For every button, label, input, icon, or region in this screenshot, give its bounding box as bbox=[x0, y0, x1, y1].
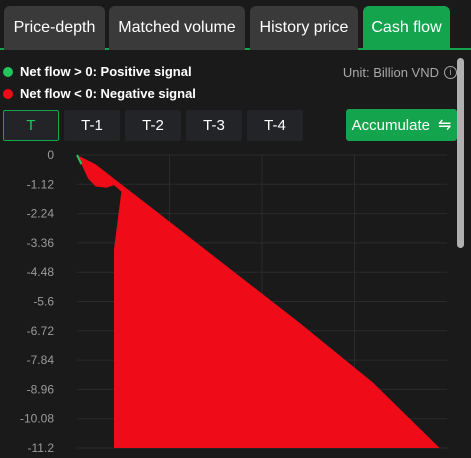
unit-label-container: Unit: Billion VND i bbox=[343, 65, 457, 80]
tab-matched-volume[interactable]: Matched volume bbox=[109, 6, 245, 50]
y-tick-label: -2.24 bbox=[27, 207, 55, 221]
tab-bar: Price-depth Matched volume History price… bbox=[0, 0, 471, 50]
y-tick-label: -11.2 bbox=[28, 441, 55, 455]
y-tick-label: -6.72 bbox=[27, 324, 55, 338]
y-tick-label: 0 bbox=[47, 148, 54, 162]
swap-arrows-icon: ⇋ bbox=[437, 117, 452, 134]
time-button-t-1[interactable]: T-1 bbox=[64, 110, 120, 141]
y-tick-label: -1.12 bbox=[27, 177, 55, 191]
scrollbar-thumb[interactable] bbox=[457, 58, 464, 248]
y-tick-label: -10.08 bbox=[20, 412, 54, 426]
negative-dot-icon bbox=[3, 88, 13, 99]
time-button-t[interactable]: T bbox=[3, 110, 59, 141]
positive-dot-icon bbox=[3, 66, 13, 77]
y-tick-label: -5.6 bbox=[33, 295, 54, 309]
accumulate-label: Accumulate bbox=[351, 116, 430, 134]
tab-price-depth[interactable]: Price-depth bbox=[4, 6, 105, 50]
tab-cash-flow[interactable]: Cash flow bbox=[363, 6, 450, 50]
y-tick-label: -3.36 bbox=[27, 236, 55, 250]
legend-positive: Net flow > 0: Positive signal bbox=[3, 64, 192, 79]
legend-negative: Net flow < 0: Negative signal bbox=[3, 86, 196, 101]
info-icon[interactable]: i bbox=[444, 66, 457, 79]
unit-label: Unit: Billion VND bbox=[342, 65, 439, 80]
y-tick-label: -8.96 bbox=[27, 382, 55, 396]
time-button-t-2[interactable]: T-2 bbox=[125, 110, 181, 141]
time-button-t-3[interactable]: T-3 bbox=[186, 110, 242, 141]
cash-flow-chart: 0 -1.12 -2.24 -3.36 -4.48 -5.6 -6.72 -7.84 -8.96… bbox=[20, 148, 447, 455]
legend-positive-text: Net flow > 0: Positive signal bbox=[20, 64, 192, 79]
time-button-t-4[interactable]: T-4 bbox=[247, 110, 303, 141]
legend-negative-text: Net flow < 0: Negative signal bbox=[20, 86, 196, 101]
y-tick-label: -7.84 bbox=[27, 353, 55, 367]
tab-history-price[interactable]: History price bbox=[250, 6, 358, 50]
y-tick-label: -4.48 bbox=[27, 265, 55, 279]
accumulate-button[interactable]: Accumulate ⇋ bbox=[346, 109, 457, 141]
